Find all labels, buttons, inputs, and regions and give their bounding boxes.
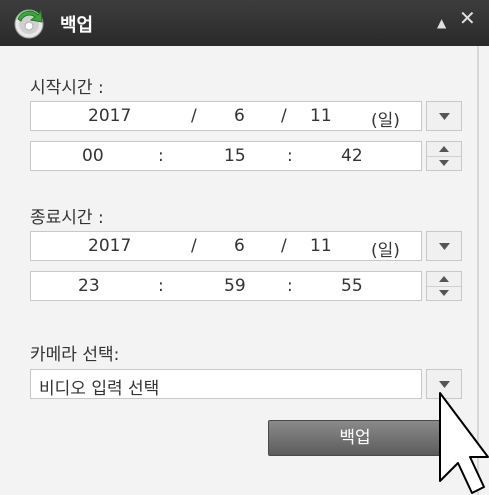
end-time-label: 종료시간 : [30,208,104,228]
date-separator: / [191,106,197,126]
camera-selected-value: 비디오 입력 선택 [39,379,160,399]
end-day: 11 [310,236,332,256]
chevron-down-icon [439,113,450,120]
mouse-pointer-icon [439,392,489,494]
close-icon[interactable]: ✕ [459,8,476,28]
start-month: 6 [234,106,245,126]
time-separator: : [287,276,293,296]
spin-up-icon [439,146,449,152]
camera-select-field[interactable]: 비디오 입력 선택 [30,369,422,399]
minimize-icon[interactable]: ▲ [437,13,446,33]
end-minute: 59 [224,276,246,296]
window-title: 백업 [60,15,94,36]
title-bar[interactable]: 백업 ▲ ✕ [0,0,489,46]
start-date-field[interactable]: 2017 / 6 / 11 (일) [30,101,422,131]
spin-down-icon [439,160,449,166]
backup-dialog: 백업 ▲ ✕ 시작시간 : 2017 / 6 / 11 (일) 00 : 15 … [0,0,489,495]
camera-select-label: 카메라 선택: [30,345,120,365]
start-hour: 00 [82,146,104,166]
end-time-spinner[interactable] [426,271,462,301]
spin-up-icon [439,276,449,282]
spin-down-button[interactable] [427,156,461,170]
start-minute: 15 [224,146,246,166]
end-hour: 23 [78,276,100,296]
start-time-spinner[interactable] [426,141,462,171]
backup-refresh-icon [14,9,44,39]
end-time-field[interactable]: 23 : 59 : 55 [30,271,422,301]
time-separator: : [287,146,293,166]
end-date-field[interactable]: 2017 / 6 / 11 (일) [30,231,422,261]
end-second: 55 [341,276,363,296]
start-time-label: 시작시간 : [30,78,104,98]
date-separator: / [281,106,287,126]
end-weekday: (일) [371,241,400,261]
chevron-down-icon [439,381,450,388]
start-year: 2017 [88,106,132,126]
spin-up-button[interactable] [427,272,461,287]
date-separator: / [191,236,197,256]
end-month: 6 [234,236,245,256]
time-separator: : [158,276,164,296]
start-date-dropdown-button[interactable] [426,101,462,131]
end-date-dropdown-button[interactable] [426,231,462,261]
start-weekday: (일) [371,111,400,131]
spin-down-icon [439,290,449,296]
time-separator: : [158,146,164,166]
start-time-field[interactable]: 00 : 15 : 42 [30,141,422,171]
spin-up-button[interactable] [427,142,461,157]
chevron-down-icon [439,243,450,250]
date-separator: / [281,236,287,256]
start-second: 42 [341,146,363,166]
end-year: 2017 [88,236,132,256]
start-day: 11 [310,106,332,126]
spin-down-button[interactable] [427,286,461,300]
backup-button[interactable]: 백업 [268,420,442,456]
